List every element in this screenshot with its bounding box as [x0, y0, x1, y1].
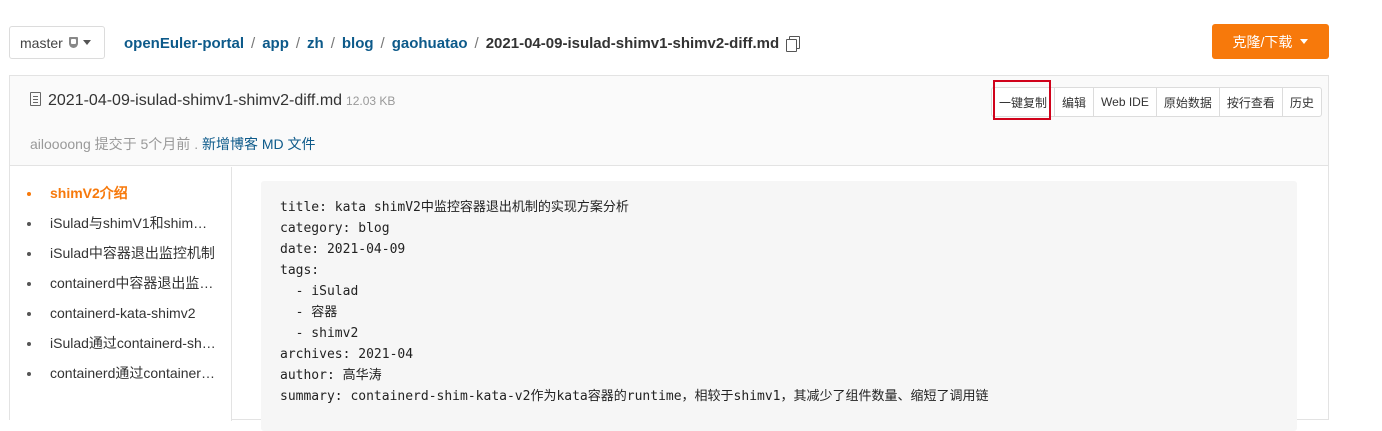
- toc-item[interactable]: containerd-kata-shimv2: [10, 301, 216, 331]
- web-ide-button[interactable]: Web IDE: [1093, 88, 1156, 116]
- code-content: title: kata shimV2中监控容器退出机制的实现方案分析 categ…: [261, 181, 1297, 407]
- breadcrumb-separator: /: [474, 35, 479, 52]
- file-header: 2021-04-09-isulad-shimv1-shimv2-diff.md …: [10, 76, 1328, 166]
- breadcrumb-repo[interactable]: openEuler-portal: [124, 35, 244, 52]
- code-line: - iSulad: [280, 284, 359, 299]
- file-title: 2021-04-09-isulad-shimv1-shimv2-diff.md …: [30, 91, 395, 110]
- commit-message-link[interactable]: 新增博客 MD 文件: [202, 136, 316, 152]
- code-line: archives: 2021-04: [280, 347, 414, 362]
- edit-button[interactable]: 编辑: [1054, 88, 1093, 116]
- file-panel: 2021-04-09-isulad-shimv1-shimv2-diff.md …: [9, 75, 1329, 431]
- code-line: category: blog: [280, 221, 390, 236]
- file-text-icon: [30, 92, 41, 106]
- toc-item[interactable]: containerd中容器退出监控机制: [10, 271, 216, 301]
- commit-meta: 提交于 5个月前 .: [94, 136, 199, 152]
- commit-author[interactable]: ailoooong: [30, 136, 91, 152]
- code-line: - shimv2: [280, 326, 359, 341]
- copy-path-icon[interactable]: [786, 36, 801, 52]
- chevron-down-icon: [1300, 39, 1309, 44]
- breadcrumb: openEuler-portal / app / zh / blog / gao…: [124, 35, 801, 52]
- breadcrumb-current-file: 2021-04-09-isulad-shimv1-shimv2-diff.md: [485, 35, 780, 52]
- blame-button[interactable]: 按行查看: [1218, 88, 1282, 116]
- code-line: author: 高华涛: [280, 368, 382, 383]
- breadcrumb-blog[interactable]: blog: [342, 35, 374, 52]
- code-line: summary: containerd-shim-kata-v2作为kata容器…: [280, 389, 989, 404]
- toc-item[interactable]: iSulad与shimV1和shimV2的交互: [10, 211, 216, 241]
- code-line: title: kata shimV2中监控容器退出机制的实现方案分析: [280, 200, 629, 215]
- raw-button[interactable]: 原始数据: [1155, 88, 1219, 116]
- code-line: - 容器: [280, 305, 338, 320]
- clone-download-label: 克隆/下载: [1232, 33, 1293, 50]
- file-actions: 一键复制 编辑 Web IDE 原始数据 按行查看 历史: [991, 87, 1322, 117]
- toc-item[interactable]: shimV2介绍: [10, 181, 216, 211]
- breadcrumb-gaohuatao[interactable]: gaohuatao: [392, 35, 468, 52]
- toc-item[interactable]: iSulad通过containerd-shim-kata-v2: [10, 331, 216, 361]
- breadcrumb-separator: /: [251, 35, 256, 52]
- branch-name: master: [20, 34, 63, 51]
- repo-header: master openEuler-portal / app / zh / blo…: [0, 0, 1382, 75]
- protected-branch-icon: [68, 37, 78, 48]
- code-line: tags:: [280, 263, 320, 278]
- breadcrumb-app[interactable]: app: [262, 35, 289, 52]
- toc-item[interactable]: containerd通过containerd-shim: [10, 361, 216, 391]
- breadcrumb-separator: /: [330, 35, 335, 52]
- breadcrumb-zh[interactable]: zh: [307, 35, 324, 52]
- table-of-contents: shimV2介绍 iSulad与shimV1和shimV2的交互 iSulad中…: [10, 167, 232, 421]
- file-name: 2021-04-09-isulad-shimv1-shimv2-diff.md: [48, 92, 343, 109]
- toc-item[interactable]: iSulad中容器退出监控机制: [10, 241, 216, 271]
- code-line: date: 2021-04-09: [280, 242, 406, 257]
- breadcrumb-separator: /: [295, 35, 301, 52]
- branch-selector[interactable]: master: [9, 26, 105, 59]
- clone-download-button[interactable]: 克隆/下载: [1212, 24, 1329, 59]
- commit-info: ailoooong 提交于 5个月前 . 新增博客 MD 文件: [30, 134, 316, 154]
- breadcrumb-separator: /: [380, 35, 385, 52]
- history-button[interactable]: 历史: [1281, 88, 1321, 116]
- chevron-down-icon: [82, 40, 91, 45]
- file-size: 12.03 KB: [346, 94, 396, 108]
- markdown-frontmatter-block: title: kata shimV2中监控容器退出机制的实现方案分析 categ…: [261, 181, 1297, 431]
- copy-all-button[interactable]: 一键复制: [992, 88, 1054, 116]
